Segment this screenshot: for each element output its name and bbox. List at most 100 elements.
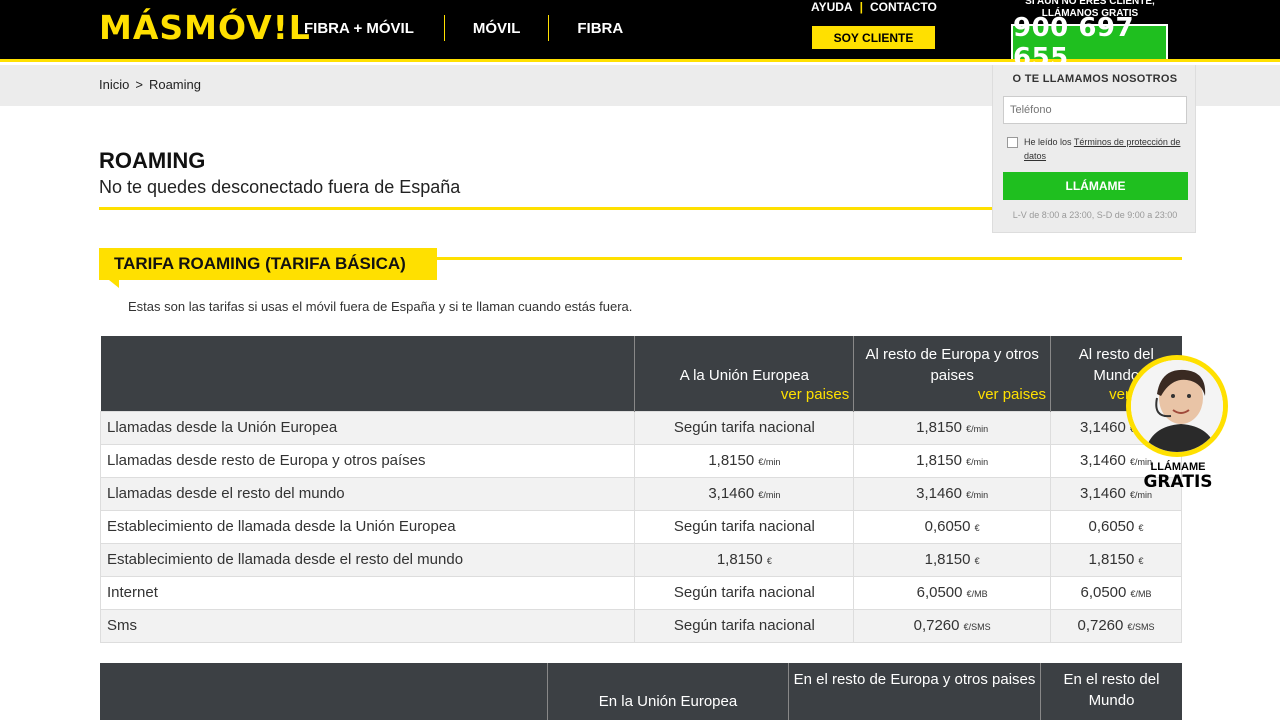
breadcrumb-home[interactable]: Inicio bbox=[99, 77, 129, 92]
rate-value: 0,6050 bbox=[1088, 518, 1135, 535]
table-row: Llamadas desde la Unión Europea Según tar… bbox=[99, 410, 1182, 445]
row-label: Establecimiento de llamada desde la Unió… bbox=[99, 509, 636, 544]
call-me-button[interactable]: LLÁMAME bbox=[1003, 172, 1188, 200]
rate-unit: €/min bbox=[966, 424, 989, 434]
rate-cell: Según tarifa nacional bbox=[634, 575, 855, 610]
table-row: Llamadas desde el resto del mundo 3,1460 … bbox=[99, 476, 1182, 511]
rate-cell: 1,8150 €/min bbox=[634, 443, 855, 478]
rate-unit: € bbox=[974, 523, 980, 533]
rate-unit: €/SMS bbox=[963, 622, 991, 632]
row-label: Establecimiento de llamada desde el rest… bbox=[99, 542, 636, 577]
contact-link[interactable]: CONTACTO bbox=[870, 0, 937, 14]
column-header-label: A la Unión Europea bbox=[679, 366, 809, 384]
help-link[interactable]: AYUDA bbox=[811, 0, 853, 14]
rate-cell: Según tarifa nacional bbox=[634, 608, 855, 643]
rate-unit: € bbox=[1138, 523, 1144, 533]
site-header: MÁSMÓV!L FIBRA + MÓVIL MÓVIL FIBRA AYUDA… bbox=[0, 0, 1280, 73]
rate-value: Según tarifa nacional bbox=[673, 419, 815, 436]
call-me-free-badge[interactable] bbox=[1126, 355, 1228, 457]
column-header-label: En el resto de Europa y otros paises bbox=[788, 663, 1040, 720]
nav-movil[interactable]: MÓVIL bbox=[459, 20, 535, 37]
table-row: Llamadas desde resto de Europa y otros p… bbox=[99, 443, 1182, 478]
row-label: Llamadas desde resto de Europa y otros p… bbox=[99, 443, 636, 478]
table-row: Internet Según tarifa nacional 6,0500 €/MB… bbox=[99, 575, 1182, 610]
soy-cliente-button[interactable]: SOY CLIENTE bbox=[812, 26, 935, 49]
rate-cell: 1,8150 €/min bbox=[853, 443, 1052, 478]
column-header: Al resto de Europa y otros paises ver pa… bbox=[853, 336, 1052, 411]
header-empty-cell bbox=[100, 336, 636, 411]
rates-table-body: Llamadas desde la Unión Europea Según tar… bbox=[99, 410, 1182, 643]
rate-value: Según tarifa nacional bbox=[673, 518, 815, 535]
terms-checkbox[interactable] bbox=[1007, 137, 1018, 148]
rate-cell: 1,8150 € bbox=[853, 542, 1052, 577]
page-subtitle: No te quedes desconectado fuera de Españ… bbox=[99, 177, 461, 197]
column-header-label: En la Unión Europea bbox=[547, 663, 788, 720]
rate-cell: 1,8150 € bbox=[634, 542, 855, 577]
top-links: AYUDA | CONTACTO bbox=[811, 0, 937, 14]
rate-unit: €/min bbox=[758, 490, 781, 500]
rate-cell: 1,8150 € bbox=[1050, 542, 1182, 577]
rate-value: 6,0500 bbox=[1080, 584, 1127, 601]
row-label: Llamadas desde el resto del mundo bbox=[99, 476, 636, 511]
column-header-label: Al resto de Europa y otros paises bbox=[865, 345, 1039, 384]
section-tab: TARIFA ROAMING (TARIFA BÁSICA) bbox=[99, 248, 437, 280]
rate-value: 3,1460 bbox=[916, 485, 962, 502]
rate-value: 3,1460 bbox=[708, 485, 755, 502]
breadcrumb: Inicio > Roaming bbox=[99, 77, 201, 92]
rate-value: 1,8150 bbox=[916, 452, 962, 469]
table-header-row: A la Unión Europea ver paises Al resto d… bbox=[100, 336, 1182, 411]
row-label: Internet bbox=[99, 575, 636, 610]
breadcrumb-separator: > bbox=[135, 77, 143, 92]
section-title: TARIFA ROAMING (TARIFA BÁSICA) bbox=[114, 254, 406, 273]
ver-paises-link[interactable]: ver paises bbox=[639, 384, 849, 405]
rate-cell: Según tarifa nacional bbox=[634, 410, 855, 445]
row-label: Llamadas desde la Unión Europea bbox=[99, 410, 636, 445]
phone-number-button[interactable]: 900 697 655 bbox=[1011, 13, 1168, 73]
rate-value: 0,7260 bbox=[913, 617, 960, 634]
table-row: Establecimiento de llamada desde el rest… bbox=[99, 542, 1182, 577]
section-intro: Estas son las tarifas si usas el móvil f… bbox=[128, 299, 633, 314]
nav-divider bbox=[548, 15, 550, 41]
rate-cell: 6,0500 €/MB bbox=[853, 575, 1052, 610]
tab-notch bbox=[109, 280, 119, 288]
rate-value: 6,0500 bbox=[916, 584, 963, 601]
rate-value: 1,8150 bbox=[716, 551, 763, 568]
callback-panel: O TE LLAMAMOS NOSOTROS He leído los Térm… bbox=[992, 65, 1196, 233]
callback-title: O TE LLAMAMOS NOSOTROS bbox=[1012, 73, 1178, 85]
masmovil-logo[interactable]: MÁSMÓV!L bbox=[99, 8, 311, 47]
nav-fibra-movil[interactable]: FIBRA + MÓVIL bbox=[290, 20, 430, 37]
rate-value: 0,7260 bbox=[1077, 617, 1124, 634]
rate-cell: 1,8150 €/min bbox=[853, 410, 1052, 445]
received-calls-table-header: En la Unión Europea En el resto de Europ… bbox=[100, 663, 1182, 720]
rate-cell: 0,7260 €/SMS bbox=[853, 608, 1052, 643]
row-label: Sms bbox=[99, 608, 636, 643]
rate-cell: 6,0500 €/MB bbox=[1050, 575, 1182, 610]
table-row: Sms Según tarifa nacional 0,7260 €/SMS 0,72… bbox=[99, 608, 1182, 643]
rate-unit: €/SMS bbox=[1127, 622, 1155, 632]
rate-value: Según tarifa nacional bbox=[673, 617, 815, 634]
ver-paises-link[interactable]: ver paises bbox=[858, 384, 1046, 405]
rate-cell: 3,1460 €/min bbox=[634, 476, 855, 511]
rate-cell: Según tarifa nacional bbox=[634, 509, 855, 544]
rate-value: 3,1460 bbox=[1079, 485, 1126, 502]
rate-unit: € bbox=[974, 556, 980, 566]
rate-unit: €/MB bbox=[1130, 589, 1152, 599]
column-header: A la Unión Europea ver paises bbox=[634, 336, 855, 411]
column-header-label: En el resto del Mundo bbox=[1040, 663, 1182, 720]
rate-value: 1,8150 bbox=[916, 419, 962, 436]
rate-unit: €/min bbox=[758, 457, 781, 467]
call-me-free-label[interactable]: LLÁMAME GRATIS bbox=[1138, 460, 1218, 491]
rate-cell: 3,1460 €/min bbox=[853, 476, 1052, 511]
callback-hours: L-V de 8:00 a 23:00, S-D de 9:00 a 23:00 bbox=[1012, 210, 1178, 220]
terms-label: He leído los Términos de protección de d… bbox=[1024, 135, 1184, 163]
nav-fibra[interactable]: FIBRA bbox=[563, 20, 637, 37]
rate-cell: 0,6050 € bbox=[853, 509, 1052, 544]
rate-value: 1,8150 bbox=[1088, 551, 1135, 568]
phone-input[interactable] bbox=[1003, 96, 1187, 124]
rate-unit: €/min bbox=[966, 490, 989, 500]
rate-value: 3,1460 bbox=[1079, 419, 1126, 436]
rate-cell: 0,7260 €/SMS bbox=[1050, 608, 1182, 643]
rate-value: Según tarifa nacional bbox=[673, 584, 815, 601]
rate-unit: €/MB bbox=[966, 589, 988, 599]
main-nav: FIBRA + MÓVIL MÓVIL FIBRA bbox=[290, 0, 637, 56]
